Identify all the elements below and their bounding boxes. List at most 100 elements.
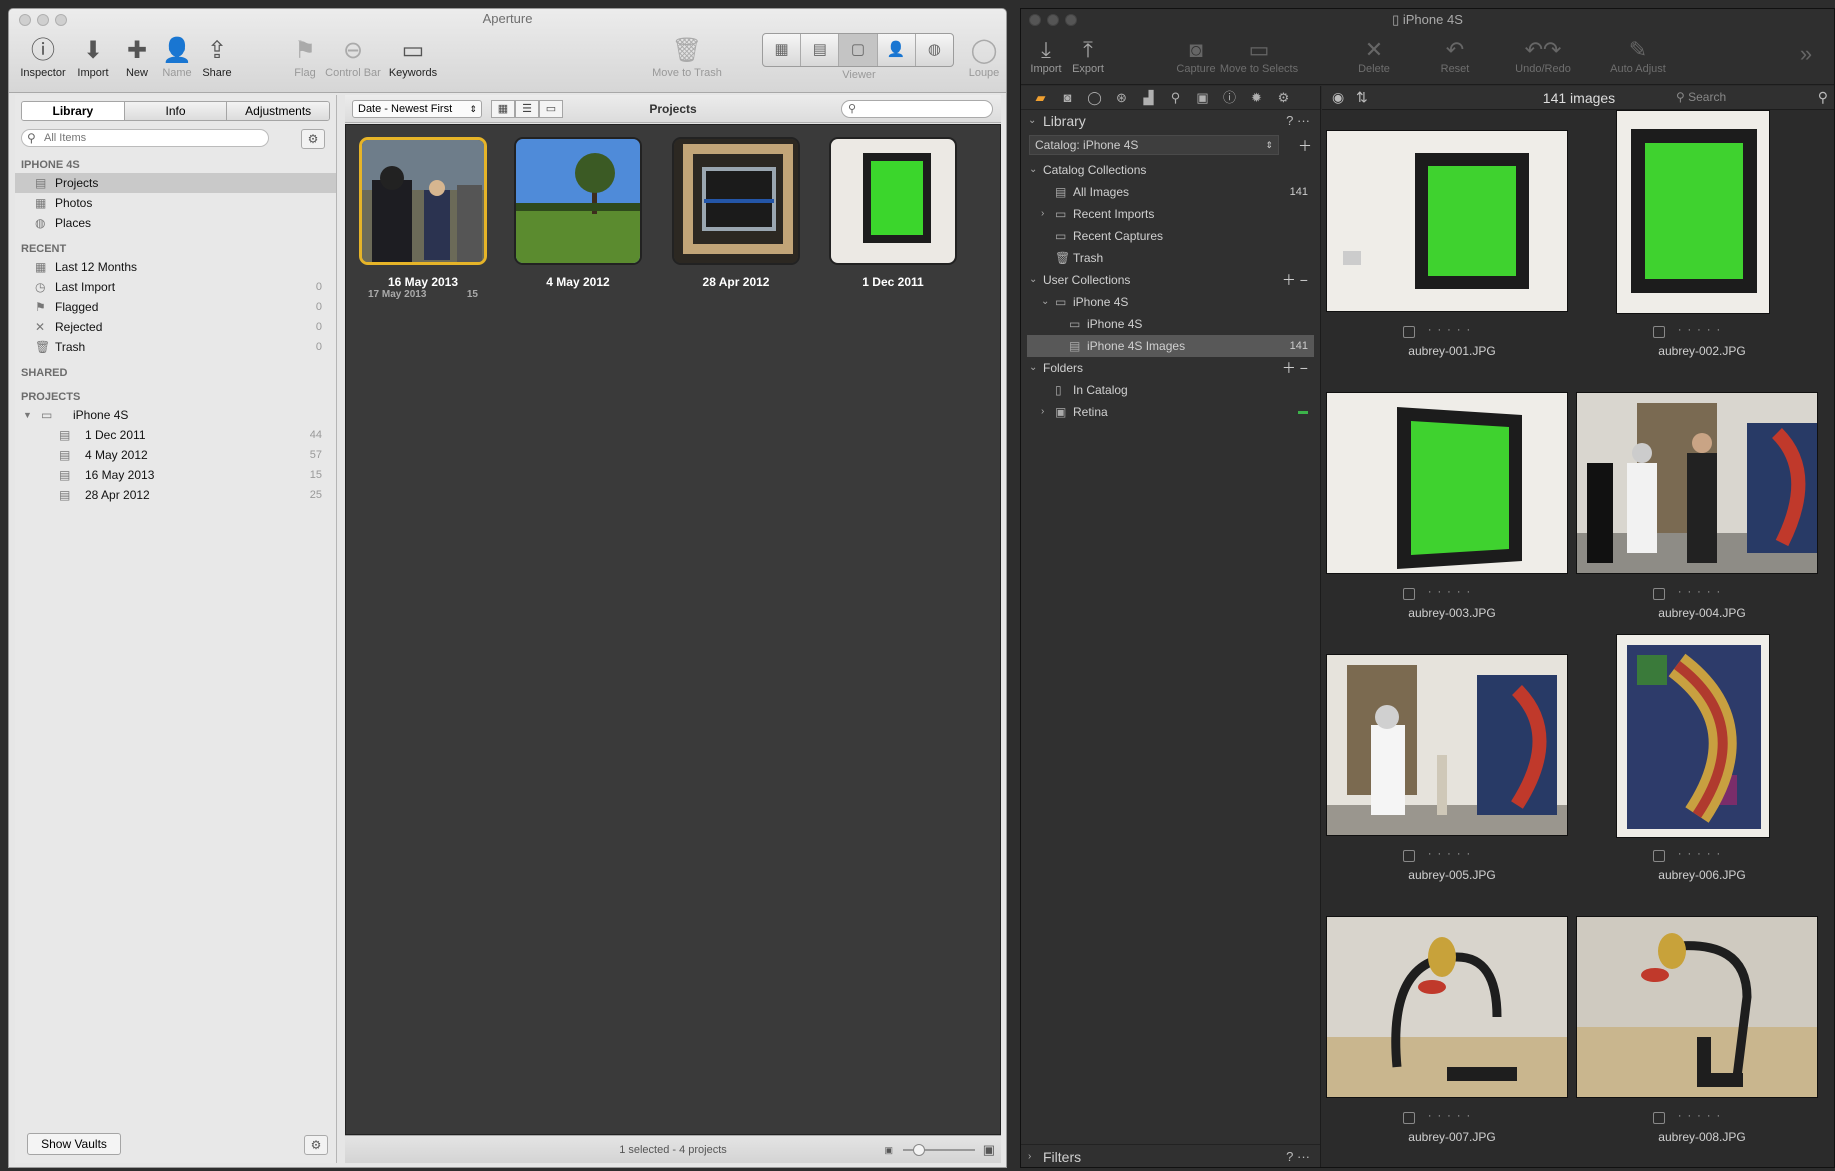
recent-item-last-import[interactable]: ◷ Last Import 0 — [15, 277, 336, 297]
catalog-select[interactable]: Catalog: iPhone 4S ⇕ — [1029, 135, 1279, 155]
collection-recent-captures[interactable]: ▭ Recent Captures — [1021, 225, 1320, 247]
star-rating[interactable]: ····· — [1326, 324, 1578, 338]
image-thumbnail[interactable] — [1616, 634, 1770, 838]
image-thumbnail[interactable] — [1326, 654, 1568, 836]
details-tab-loupe-icon[interactable]: ⚲ — [1162, 86, 1189, 109]
collection-recent-imports[interactable]: › ▭ Recent Imports — [1021, 203, 1320, 225]
filters-section-header[interactable]: › Filters? ··· — [1021, 1144, 1320, 1167]
image-cell[interactable]: ····· aubrey-005.JPG — [1326, 634, 1578, 896]
tab-info[interactable]: Info — [124, 102, 228, 120]
auto-adjust-button[interactable]: ✎ Auto Adjust — [1598, 37, 1678, 75]
viewer-view-button[interactable]: ▢ — [839, 34, 878, 66]
image-cell[interactable]: ····· aubrey-002.JPG — [1576, 110, 1828, 372]
library-search-input[interactable] — [21, 129, 269, 147]
image-thumbnail[interactable] — [1576, 392, 1818, 574]
project-thumbnail[interactable] — [514, 137, 642, 265]
star-rating[interactable]: ····· — [1326, 586, 1578, 600]
image-thumbnail[interactable] — [1576, 916, 1818, 1098]
image-cell[interactable]: ····· aubrey-008.JPG — [1576, 896, 1828, 1158]
star-rating[interactable]: ····· — [1326, 1110, 1578, 1124]
vault-gear-button[interactable]: ⚙ — [304, 1135, 328, 1155]
project-folder-iphone-4s[interactable]: ▼ ▭ iPhone 4S — [15, 405, 336, 425]
move-to-selects-button[interactable]: ▭ Move to Selects — [1204, 37, 1314, 75]
color-tab-icon[interactable]: ⊛ — [1108, 86, 1135, 109]
slider-knob[interactable] — [913, 1144, 925, 1156]
recent-item-flagged[interactable]: ⚑ Flagged 0 — [15, 297, 336, 317]
collection-trash[interactable]: 🗑 Trash — [1021, 247, 1320, 269]
library-action-gear-button[interactable]: ⚙ — [301, 129, 325, 149]
star-rating[interactable]: ····· — [1576, 1110, 1828, 1124]
thumbnail-size-slider[interactable] — [903, 1144, 975, 1156]
image-cell[interactable]: ····· aubrey-004.JPG — [1576, 372, 1828, 634]
image-thumbnail[interactable] — [1326, 916, 1568, 1098]
image-cell[interactable]: ····· aubrey-007.JPG — [1326, 896, 1578, 1158]
library-item-projects[interactable]: ▤ Projects — [15, 173, 336, 193]
user-collection-smart-album[interactable]: ▤ iPhone 4S Images 141 — [1027, 335, 1314, 357]
star-rating[interactable]: ····· — [1326, 848, 1578, 862]
project-thumbnail[interactable] — [359, 137, 487, 265]
add-catalog-icon[interactable]: ＋ — [1298, 136, 1312, 156]
chevron-right-icon[interactable]: › — [1041, 401, 1044, 423]
show-vaults-button[interactable]: Show Vaults — [27, 1133, 121, 1155]
project-tile[interactable]: 16 May 2013 17 May 2013 15 — [358, 137, 488, 303]
library-item-photos[interactable]: ▦ Photos — [15, 193, 336, 213]
project-item[interactable]: ▤ 4 May 2012 57 — [15, 445, 336, 465]
zoom-loupe-icon[interactable]: ⚲ — [1818, 89, 1828, 106]
disclosure-down-icon[interactable]: ▼ — [23, 405, 32, 425]
chevron-right-icon[interactable]: › — [1041, 203, 1044, 225]
star-rating[interactable]: ····· — [1576, 848, 1828, 862]
move-to-trash-button[interactable]: 🗑 Move to Trash — [646, 35, 728, 79]
recent-item-trash[interactable]: 🗑 Trash 0 — [15, 337, 336, 357]
catalog-collections-header[interactable]: ⌄ Catalog Collections — [1021, 159, 1320, 181]
image-cell[interactable]: ····· aubrey-003.JPG — [1326, 372, 1578, 634]
control-bar-button[interactable]: ⊖ Control Bar — [321, 35, 385, 79]
project-thumbnail[interactable] — [672, 137, 800, 265]
image-cell[interactable]: ····· aubrey-001.JPG — [1326, 110, 1578, 372]
batch-tab-icon[interactable]: ⚙ — [1270, 86, 1297, 109]
folders-header[interactable]: ⌄ Folders ＋ − — [1021, 357, 1320, 379]
browser-search-field[interactable]: ⚲ — [841, 100, 993, 118]
faces-view-button[interactable]: 👤 — [878, 34, 916, 66]
star-rating[interactable]: ····· — [1576, 586, 1828, 600]
project-thumbnail[interactable] — [829, 137, 957, 265]
loupe-button[interactable]: ◯ Loupe — [962, 35, 1006, 79]
project-item[interactable]: ▤ 28 Apr 2012 25 — [15, 485, 336, 505]
image-thumbnail[interactable] — [1326, 130, 1568, 312]
folder-in-catalog[interactable]: ▯ In Catalog — [1021, 379, 1320, 401]
output-tab-gear-icon[interactable]: ✹ — [1243, 86, 1270, 109]
chevron-down-icon[interactable]: ⌄ — [1041, 291, 1049, 313]
image-cell[interactable]: ····· aubrey-006.JPG — [1576, 634, 1828, 896]
tab-adjustments[interactable]: Adjustments — [227, 102, 329, 120]
lens-tab-icon[interactable]: ◯ — [1081, 86, 1108, 109]
project-tile[interactable]: 4 May 2012 — [513, 137, 643, 289]
toolbar-overflow-button[interactable]: » — [1781, 41, 1831, 67]
capture-tab-camera-icon[interactable]: ◙ — [1054, 86, 1081, 109]
add-remove-collection-icons[interactable]: ＋ − — [1282, 269, 1308, 291]
export-button[interactable]: ⤒ Export — [1053, 37, 1123, 75]
share-button[interactable]: ⇪ Share — [185, 35, 249, 79]
undo-redo-button[interactable]: ↶↷ Undo/Redo — [1503, 37, 1583, 75]
help-and-more-icons[interactable]: ? ··· — [1286, 1145, 1310, 1167]
user-collection-group[interactable]: ⌄ ▭ iPhone 4S — [1021, 291, 1320, 313]
library-section-header[interactable]: ⌄ Library? ··· — [1021, 110, 1320, 132]
help-and-more-icons[interactable]: ? ··· — [1286, 110, 1310, 132]
places-view-button[interactable]: ◍ — [916, 34, 953, 66]
collection-all-images[interactable]: ▤ All Images 141 — [1021, 181, 1320, 203]
project-item[interactable]: ▤ 16 May 2013 15 — [15, 465, 336, 485]
keywords-button[interactable]: ▭ Keywords — [381, 35, 445, 79]
project-tile[interactable]: 28 Apr 2012 — [671, 137, 801, 289]
star-rating[interactable]: ····· — [1576, 324, 1828, 338]
image-thumbnail[interactable] — [1616, 110, 1770, 314]
reset-button[interactable]: ↶ Reset — [1420, 37, 1490, 75]
project-item[interactable]: ▤ 1 Dec 2011 44 — [15, 425, 336, 445]
library-tab-folder-icon[interactable]: ▰ — [1027, 86, 1054, 109]
recent-item-last-12-months[interactable]: ▦ Last 12 Months — [15, 257, 336, 277]
library-item-places[interactable]: ◍ Places — [15, 213, 336, 233]
recent-item-rejected[interactable]: ✕ Rejected 0 — [15, 317, 336, 337]
project-tile[interactable]: 1 Dec 2011 — [828, 137, 958, 289]
metadata-tab-info-icon[interactable]: ⓘ — [1216, 86, 1243, 109]
add-remove-folder-icons[interactable]: ＋ − — [1282, 357, 1308, 379]
tab-library[interactable]: Library — [22, 102, 125, 120]
folder-retina[interactable]: › ▣ Retina — [1021, 401, 1320, 423]
grid-view-button[interactable]: ▦ — [763, 34, 802, 66]
